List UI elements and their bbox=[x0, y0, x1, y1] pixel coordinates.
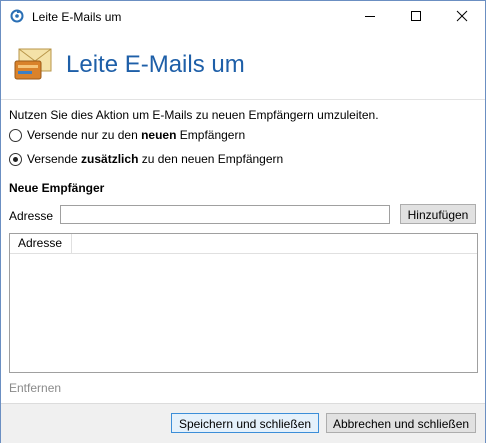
radio-additional[interactable] bbox=[9, 153, 22, 166]
maximize-button[interactable] bbox=[393, 1, 439, 31]
list-header: Adresse bbox=[10, 234, 477, 254]
radio-only-new[interactable] bbox=[9, 129, 22, 142]
title-bar[interactable]: Leite E-Mails um bbox=[1, 1, 485, 31]
column-header-address[interactable]: Adresse bbox=[10, 234, 72, 253]
dialog-window: Leite E-Mails um Leite E-Mails um Nutzen… bbox=[0, 0, 486, 443]
maximize-icon bbox=[411, 11, 421, 21]
intro-text: Nutzen Sie dies Aktion um E-Mails zu neu… bbox=[9, 108, 379, 122]
app-icon bbox=[10, 9, 24, 23]
minimize-button[interactable] bbox=[347, 1, 393, 31]
address-label: Adresse bbox=[9, 209, 54, 223]
window-title: Leite E-Mails um bbox=[32, 10, 122, 24]
envelope-forward-icon bbox=[14, 48, 52, 80]
header-divider bbox=[1, 99, 485, 100]
footer-bar: Speichern und schließen Abbrechen und sc… bbox=[1, 403, 485, 443]
cancel-and-close-button[interactable]: Abbrechen und schließen bbox=[326, 413, 476, 433]
option-additional-label[interactable]: Versende zusätzlich zu den neuen Empfäng… bbox=[27, 152, 283, 166]
save-and-close-button[interactable]: Speichern und schließen bbox=[171, 413, 319, 433]
section-title: Neue Empfänger bbox=[9, 181, 105, 195]
recipients-list[interactable]: Adresse bbox=[9, 233, 478, 373]
minimize-icon bbox=[365, 16, 375, 17]
close-icon bbox=[456, 10, 468, 22]
header-banner: Leite E-Mails um bbox=[1, 31, 485, 99]
add-button[interactable]: Hinzufügen bbox=[400, 204, 476, 224]
remove-link[interactable]: Entfernen bbox=[9, 381, 61, 395]
close-button[interactable] bbox=[439, 1, 485, 31]
page-title: Leite E-Mails um bbox=[66, 51, 245, 78]
option-only-new-label[interactable]: Versende nur zu den neuen Empfängern bbox=[27, 128, 245, 142]
address-input[interactable] bbox=[60, 205, 390, 224]
